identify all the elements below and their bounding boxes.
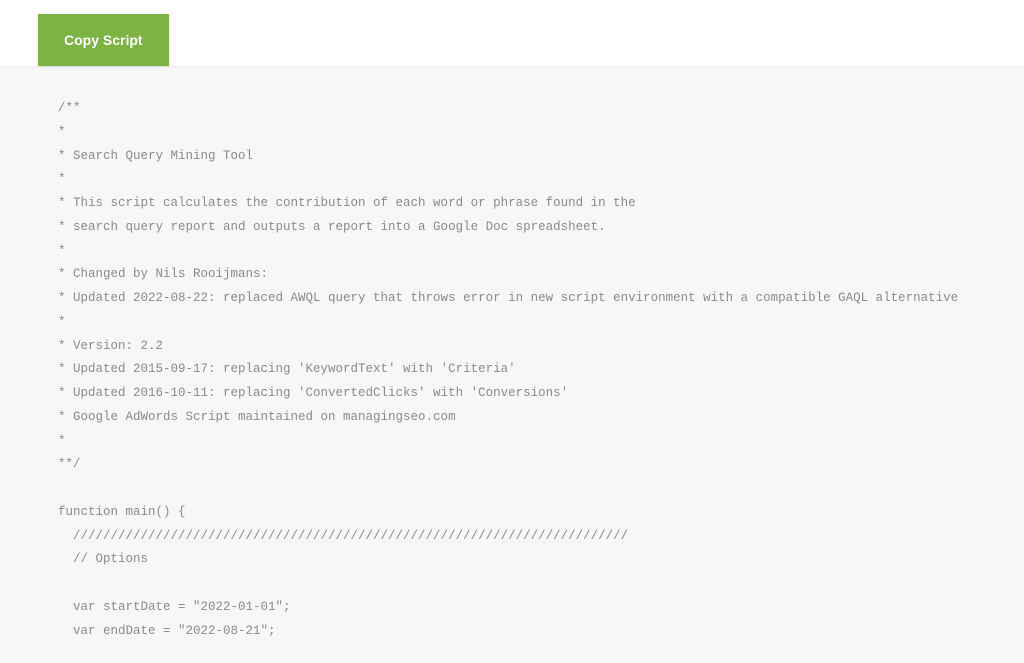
code-line: var startDate = "2022-01-01"; [58,600,291,614]
code-line: var endDate = "2022-08-21"; [58,624,276,638]
code-line: * [58,172,66,186]
code-line: * Search Query Mining Tool [58,149,253,163]
code-line: * [58,434,66,448]
code-line: * Google AdWords Script maintained on ma… [58,410,456,424]
code-line: function main() { [58,505,186,519]
code-line: * Updated 2015-09-17: replacing 'Keyword… [58,362,516,376]
code-line: * search query report and outputs a repo… [58,220,606,234]
code-line: /** [58,101,81,115]
code-line: * Updated 2016-10-11: replacing 'Convert… [58,386,568,400]
code-panel: /** * * Search Query Mining Tool * * Thi… [0,66,1024,663]
code-line: // Options [58,552,148,566]
code-line: * This script calculates the contributio… [58,196,636,210]
code-line: * Updated 2022-08-22: replaced AWQL quer… [58,291,958,305]
code-line: * [58,315,66,329]
code-line: * [58,244,66,258]
code-line: * [58,125,66,139]
copy-script-button[interactable]: Copy Script [38,14,169,66]
code-line: * Changed by Nils Rooijmans: [58,267,268,281]
code-line: * Version: 2.2 [58,339,163,353]
code-line: **/ [58,457,81,471]
code-line: ////////////////////////////////////////… [58,529,628,543]
